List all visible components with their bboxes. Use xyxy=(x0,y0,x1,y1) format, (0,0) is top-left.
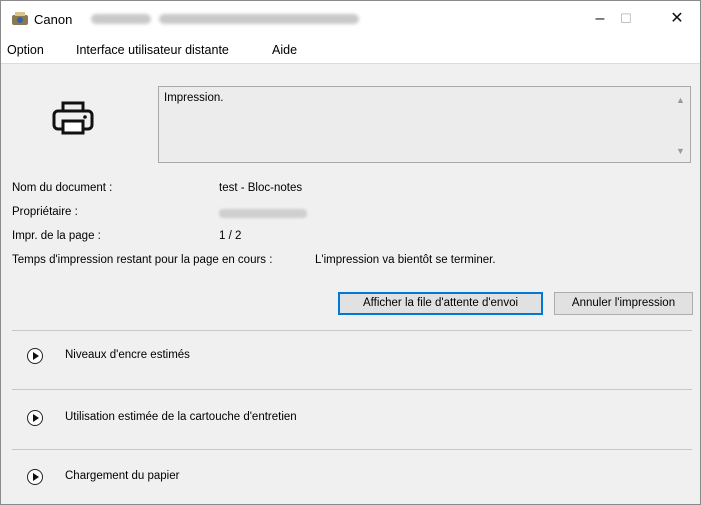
title-bar: Canon – ☐ ✕ xyxy=(1,1,700,37)
window-title: Canon xyxy=(34,12,73,27)
menu-option[interactable]: Option xyxy=(7,43,44,57)
show-send-queue-button[interactable]: Afficher la file d'attente d'envoi xyxy=(338,292,543,315)
document-name-value: test - Bloc-notes xyxy=(219,182,303,194)
printer-icon xyxy=(52,101,94,135)
section-ink-levels-label: Niveaux d'encre estimés xyxy=(65,349,190,361)
section-maintenance-cartridge[interactable]: Utilisation estimée de la cartouche d'en… xyxy=(12,401,692,437)
maximize-button[interactable]: ☐ xyxy=(603,1,649,37)
document-name-label: Nom du document : xyxy=(12,182,113,194)
status-message-box: Impression. ▲ ▼ xyxy=(158,86,691,163)
separator xyxy=(12,449,692,450)
owner-label: Propriétaire : xyxy=(12,206,78,218)
scroll-up-icon[interactable]: ▲ xyxy=(676,95,686,105)
menu-bar: Option Interface utilisateur distante Ai… xyxy=(1,37,700,64)
section-paper-loading-label: Chargement du papier xyxy=(65,470,180,482)
menu-help[interactable]: Aide xyxy=(272,43,297,57)
section-paper-loading[interactable]: Chargement du papier xyxy=(12,460,692,496)
expand-icon[interactable] xyxy=(27,348,43,364)
close-button[interactable]: ✕ xyxy=(654,1,700,37)
menu-remote-ui[interactable]: Interface utilisateur distante xyxy=(76,43,229,57)
separator xyxy=(12,389,692,390)
separator xyxy=(12,330,692,331)
print-status-window: Canon – ☐ ✕ Option Interface utilisateur… xyxy=(0,0,701,505)
status-message: Impression. xyxy=(164,92,224,104)
owner-value-blurred xyxy=(219,209,307,218)
cancel-printing-button[interactable]: Annuler l'impression xyxy=(554,292,693,315)
page-label: Impr. de la page : xyxy=(12,230,101,242)
section-ink-levels[interactable]: Niveaux d'encre estimés xyxy=(12,339,692,375)
remaining-time-value: L'impression va bientôt se terminer. xyxy=(315,254,496,266)
expand-icon[interactable] xyxy=(27,469,43,485)
scroll-down-icon[interactable]: ▼ xyxy=(676,146,686,156)
blurred-title-part xyxy=(159,14,359,24)
remaining-time-label: Temps d'impression restant pour la page … xyxy=(12,254,273,266)
expand-icon[interactable] xyxy=(27,410,43,426)
canon-app-icon xyxy=(12,12,28,25)
blurred-title-part xyxy=(91,14,151,24)
section-maintenance-cartridge-label: Utilisation estimée de la cartouche d'en… xyxy=(65,411,297,423)
page-value: 1 / 2 xyxy=(219,230,242,242)
